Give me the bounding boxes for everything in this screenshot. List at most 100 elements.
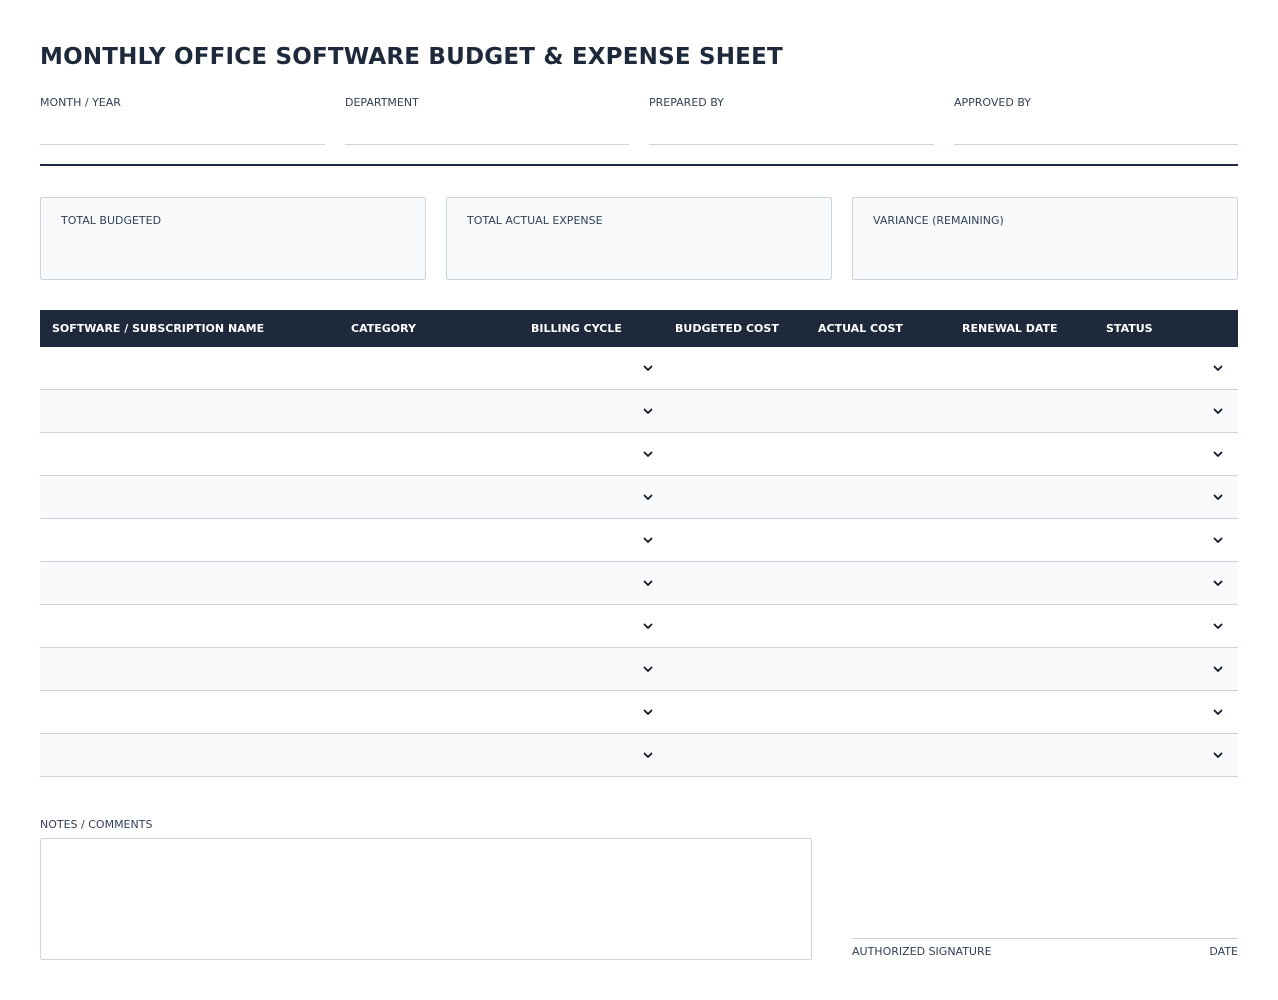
status-input[interactable] [1106, 347, 1216, 389]
status-input[interactable] [1106, 390, 1216, 432]
renewal-date-cell[interactable] [962, 390, 1097, 432]
software-name-input[interactable] [52, 433, 342, 475]
actual-cost-cell[interactable] [818, 519, 953, 561]
chevron-down-icon[interactable] [642, 749, 654, 761]
software-name-cell[interactable] [52, 433, 342, 475]
software-name-input[interactable] [52, 734, 342, 776]
software-name-input[interactable] [52, 605, 342, 647]
status-input[interactable] [1106, 433, 1216, 475]
category-input[interactable] [351, 562, 521, 604]
renewal-date-cell[interactable] [962, 648, 1097, 690]
prepared-by-field[interactable]: PREPARED BY [649, 96, 934, 145]
renewal-date-cell[interactable] [962, 433, 1097, 475]
category-cell[interactable] [351, 347, 521, 389]
renewal-date-cell[interactable] [962, 519, 1097, 561]
category-cell[interactable] [351, 562, 521, 604]
chevron-down-icon[interactable] [1212, 362, 1224, 374]
status-cell[interactable] [1106, 433, 1216, 475]
renewal-date-cell[interactable] [962, 605, 1097, 647]
software-name-cell[interactable] [52, 476, 342, 518]
actual-cost-cell[interactable] [818, 347, 953, 389]
chevron-down-icon[interactable] [642, 706, 654, 718]
actual-cost-cell[interactable] [818, 734, 953, 776]
notes-box[interactable] [40, 838, 812, 960]
budgeted-cost-input[interactable] [675, 691, 810, 733]
budgeted-cost-cell[interactable] [675, 433, 810, 475]
renewal-date-input[interactable] [962, 648, 1097, 690]
software-name-input[interactable] [52, 648, 342, 690]
status-cell[interactable] [1106, 691, 1216, 733]
prepared-by-input[interactable] [649, 120, 934, 142]
actual-cost-input[interactable] [818, 734, 953, 776]
software-name-cell[interactable] [52, 519, 342, 561]
category-input[interactable] [351, 605, 521, 647]
actual-cost-input[interactable] [818, 476, 953, 518]
software-name-input[interactable] [52, 476, 342, 518]
status-cell[interactable] [1106, 734, 1216, 776]
renewal-date-input[interactable] [962, 433, 1097, 475]
chevron-down-icon[interactable] [1212, 577, 1224, 589]
status-cell[interactable] [1106, 605, 1216, 647]
actual-cost-input[interactable] [818, 390, 953, 432]
renewal-date-input[interactable] [962, 390, 1097, 432]
renewal-date-input[interactable] [962, 476, 1097, 518]
actual-cost-input[interactable] [818, 605, 953, 647]
category-input[interactable] [351, 347, 521, 389]
status-input[interactable] [1106, 691, 1216, 733]
category-input[interactable] [351, 691, 521, 733]
status-input[interactable] [1106, 562, 1216, 604]
budgeted-cost-cell[interactable] [675, 562, 810, 604]
budgeted-cost-cell[interactable] [675, 691, 810, 733]
renewal-date-input[interactable] [962, 605, 1097, 647]
status-input[interactable] [1106, 605, 1216, 647]
budgeted-cost-input[interactable] [675, 562, 810, 604]
budgeted-cost-cell[interactable] [675, 734, 810, 776]
chevron-down-icon[interactable] [1212, 448, 1224, 460]
software-name-cell[interactable] [52, 562, 342, 604]
renewal-date-input[interactable] [962, 734, 1097, 776]
category-cell[interactable] [351, 734, 521, 776]
budgeted-cost-cell[interactable] [675, 519, 810, 561]
software-name-input[interactable] [52, 519, 342, 561]
renewal-date-cell[interactable] [962, 347, 1097, 389]
software-name-cell[interactable] [52, 734, 342, 776]
actual-cost-input[interactable] [818, 433, 953, 475]
chevron-down-icon[interactable] [1212, 534, 1224, 546]
chevron-down-icon[interactable] [1212, 706, 1224, 718]
budgeted-cost-cell[interactable] [675, 476, 810, 518]
budgeted-cost-input[interactable] [675, 648, 810, 690]
budgeted-cost-input[interactable] [675, 390, 810, 432]
category-input[interactable] [351, 648, 521, 690]
chevron-down-icon[interactable] [1212, 749, 1224, 761]
actual-cost-cell[interactable] [818, 562, 953, 604]
approved-by-input[interactable] [954, 120, 1238, 142]
chevron-down-icon[interactable] [1212, 491, 1224, 503]
software-name-input[interactable] [52, 347, 342, 389]
chevron-down-icon[interactable] [1212, 620, 1224, 632]
renewal-date-input[interactable] [962, 519, 1097, 561]
budgeted-cost-input[interactable] [675, 347, 810, 389]
actual-cost-input[interactable] [818, 691, 953, 733]
department-input[interactable] [345, 120, 629, 142]
chevron-down-icon[interactable] [642, 663, 654, 675]
category-cell[interactable] [351, 476, 521, 518]
category-cell[interactable] [351, 605, 521, 647]
category-cell[interactable] [351, 691, 521, 733]
chevron-down-icon[interactable] [642, 405, 654, 417]
chevron-down-icon[interactable] [642, 448, 654, 460]
status-cell[interactable] [1106, 476, 1216, 518]
software-name-cell[interactable] [52, 648, 342, 690]
budgeted-cost-input[interactable] [675, 433, 810, 475]
chevron-down-icon[interactable] [642, 362, 654, 374]
budgeted-cost-input[interactable] [675, 734, 810, 776]
actual-cost-input[interactable] [818, 519, 953, 561]
software-name-input[interactable] [52, 390, 342, 432]
chevron-down-icon[interactable] [642, 534, 654, 546]
category-cell[interactable] [351, 519, 521, 561]
software-name-cell[interactable] [52, 691, 342, 733]
category-input[interactable] [351, 476, 521, 518]
software-name-cell[interactable] [52, 605, 342, 647]
status-cell[interactable] [1106, 648, 1216, 690]
status-cell[interactable] [1106, 347, 1216, 389]
department-field[interactable]: DEPARTMENT [345, 96, 629, 145]
